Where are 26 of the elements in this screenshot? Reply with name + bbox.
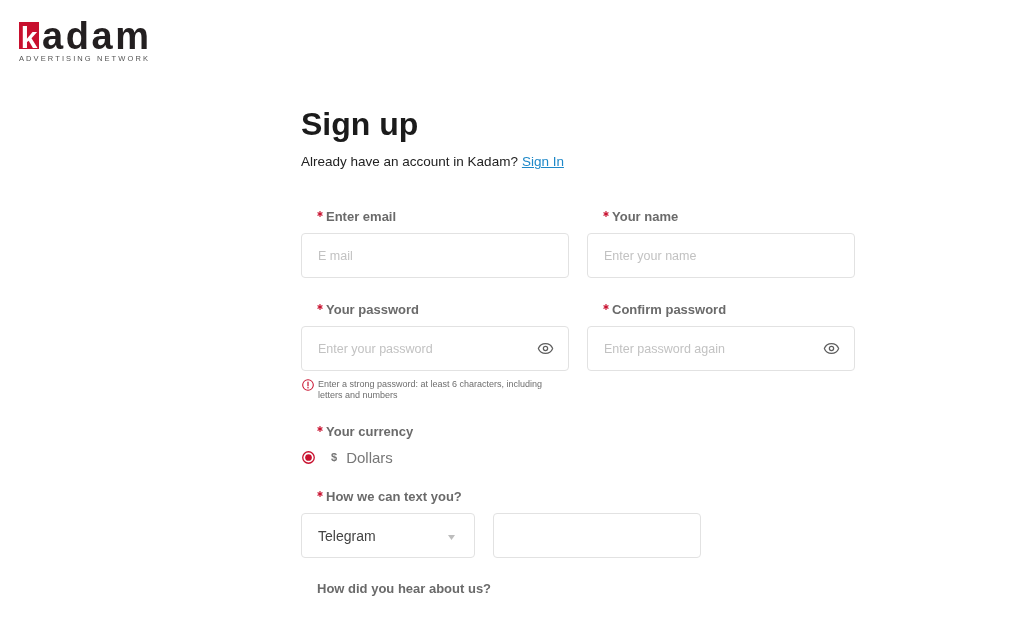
signin-prompt: Already have an account in Kadam? Sign In [301,153,565,171]
password-field[interactable]: Enter password again [587,326,855,371]
eye-icon[interactable] [537,340,554,357]
field-label: Enter email [326,208,397,224]
input-field[interactable]: Enter your name [587,233,855,278]
logo-wordmark: adam [42,19,152,53]
currency-option-label: Dollars [346,448,393,466]
field-label: Your name [612,208,679,224]
error-icon [302,379,314,391]
field-label: How we can text you? [326,488,462,504]
field-label: Your password [326,301,419,317]
page-title: Sign up [301,105,420,143]
field-label: Your currency [326,423,414,439]
currency-symbol: $ [331,451,338,463]
password-field[interactable]: Enter your password [301,326,569,371]
input-field[interactable] [493,513,701,558]
radio-button[interactable] [302,450,315,464]
field-label: How did you hear about us? [317,580,492,596]
password-hint: Enter a strong password: at least 6 characters, including letters and numbers [318,379,544,401]
caret-icon [448,534,455,540]
input-field[interactable]: E mail [301,233,569,278]
eye-icon[interactable] [823,340,840,357]
field-label: Confirm password [612,301,727,317]
messenger-select[interactable]: Telegram [301,513,475,558]
sign-in-link[interactable]: Sign In [521,154,564,169]
logo-mark: k [19,22,39,49]
